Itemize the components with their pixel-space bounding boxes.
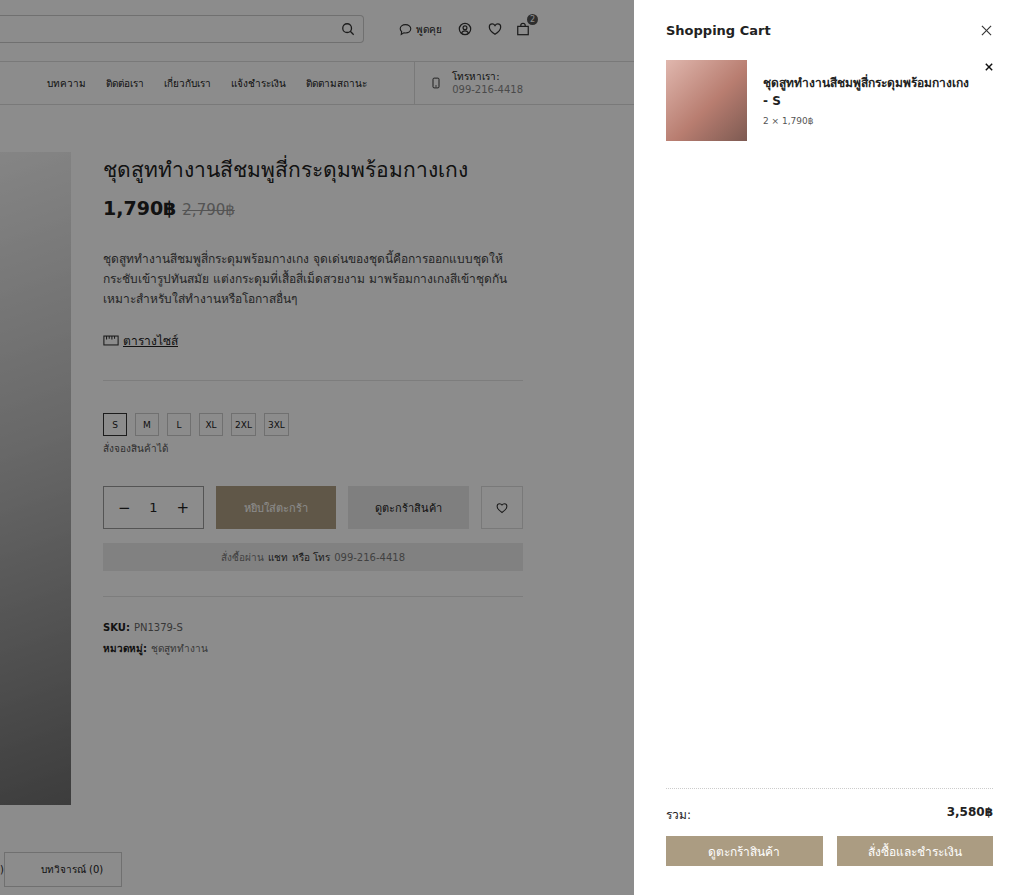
drawer-footer: รวม: 3,580฿ดูตะกร้าสินค้า สั่งซื้อและชำระเ… [666, 788, 993, 895]
subtotal-row: รวม: 3,580฿ [666, 805, 993, 824]
remove-icon[interactable] [985, 63, 993, 71]
checkout-button[interactable]: สั่งซื้อและชำระเงิน [837, 836, 994, 866]
view-cart-button[interactable]: ดูตะกร้าสินค้า [666, 836, 823, 866]
drawer-header: Shopping Cart [666, 0, 993, 60]
cart-item-name[interactable]: ชุดสูททำงานสีชมพูสี่กระดุมพร้อมกางเกง - … [763, 74, 969, 110]
cart-drawer: Shopping Cart ชุดสูททำงานสีชมพูสี่กระดุมพ… [634, 0, 1024, 895]
cart-item: ชุดสูททำงานสีชมพูสี่กระดุมพร้อมกางเกง - … [666, 60, 993, 141]
cart-item-body: ชุดสูททำงานสีชมพูสี่กระดุมพร้อมกางเกง - … [763, 60, 969, 126]
subtotal-label: รวม: [666, 805, 691, 824]
close-icon[interactable] [981, 25, 992, 36]
drawer-buttons: ดูตะกร้าสินค้า สั่งซื้อและชำระเงิน [666, 836, 993, 866]
page: พูดคุย2บทความติดต่อเราเกี่ยวกับเราแจ้งชำ… [0, 0, 1024, 895]
cart-item-quantity: 2 × 1,790฿ [763, 116, 969, 126]
cart-item-image[interactable] [666, 60, 747, 141]
subtotal-value: 3,580฿ [947, 805, 993, 824]
drawer-title: Shopping Cart [666, 23, 771, 38]
